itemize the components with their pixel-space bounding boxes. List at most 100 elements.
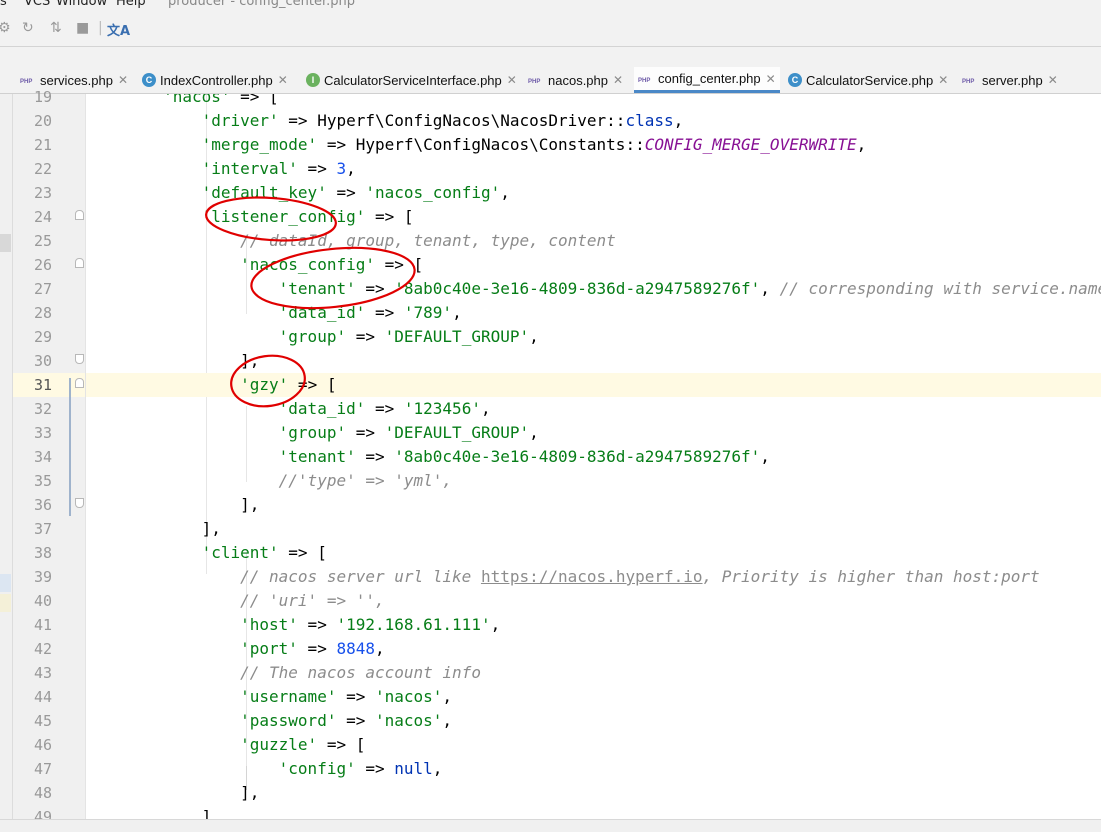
code-text: 'nacos' => [: [86, 94, 279, 109]
code-line[interactable]: ],: [86, 493, 1101, 517]
code-text: 'interval' => 3,: [86, 157, 356, 181]
code-line[interactable]: 'port' => 8848,: [86, 637, 1101, 661]
run-config-icon[interactable]: ↻: [22, 20, 34, 36]
tab-config-center-php[interactable]: config_center.php ✕: [634, 67, 780, 93]
code-token: ,: [529, 423, 539, 442]
code-line[interactable]: 'guzzle' => [: [86, 733, 1101, 757]
code-line[interactable]: 'group' => 'DEFAULT_GROUP',: [86, 421, 1101, 445]
code-line[interactable]: 'nacos_config' => [: [86, 253, 1101, 277]
gear-icon[interactable]: ⚙: [0, 20, 11, 36]
close-icon[interactable]: ✕: [613, 73, 623, 87]
code-text: 'port' => 8848,: [86, 637, 385, 661]
code-line[interactable]: 'default_key' => 'nacos_config',: [86, 181, 1101, 205]
class-file-icon: C: [142, 73, 156, 87]
tab-calculatorservice-php[interactable]: C CalculatorService.php ✕: [788, 67, 948, 93]
tab-indexcontroller-php[interactable]: C IndexController.php ✕: [142, 67, 288, 93]
close-icon[interactable]: ✕: [507, 73, 517, 87]
close-icon[interactable]: ✕: [766, 72, 776, 86]
code-token: =>: [346, 327, 385, 346]
code-line[interactable]: ],: [86, 349, 1101, 373]
code-line[interactable]: 'listener_config' => [: [86, 205, 1101, 229]
code-line[interactable]: 'client' => [: [86, 541, 1101, 565]
code-token: // dataId, group, tenant, type, content: [240, 231, 616, 250]
code-text: 'config' => null,: [86, 757, 443, 781]
code-token: =>: [336, 711, 375, 730]
tab-nacos-php[interactable]: nacos.php ✕: [528, 67, 623, 93]
code-token: 'client': [201, 543, 279, 562]
close-icon[interactable]: ✕: [118, 73, 128, 87]
code-line[interactable]: 'driver' => Hyperf\ConfigNacos\NacosDriv…: [86, 109, 1101, 133]
close-icon[interactable]: ✕: [1048, 73, 1058, 87]
code-token: 'username': [240, 687, 337, 706]
tab-label: server.php: [982, 72, 1043, 88]
code-line[interactable]: 'username' => 'nacos',: [86, 685, 1101, 709]
fold-marker[interactable]: [75, 258, 84, 268]
fold-marker[interactable]: [75, 378, 84, 388]
menu-item-vcs[interactable]: VCS: [24, 0, 50, 9]
change-marker: [69, 378, 71, 516]
fold-marker[interactable]: [75, 354, 84, 364]
window-title: producer - config_center.php: [168, 0, 355, 9]
code-line[interactable]: 'password' => 'nacos',: [86, 709, 1101, 733]
line-number: 22: [33, 160, 52, 178]
code-line[interactable]: 'tenant' => '8ab0c40e-3e16-4809-836d-a29…: [86, 277, 1101, 301]
code-editor[interactable]: 'nacos' => [ 'driver' => Hyperf\ConfigNa…: [86, 94, 1101, 819]
code-token: 'data_id': [278, 399, 366, 418]
close-icon[interactable]: ✕: [278, 73, 288, 87]
code-token: 'nacos': [163, 94, 231, 106]
code-text: //'type' => 'yml',: [86, 469, 452, 493]
code-text: // dataId, group, tenant, type, content: [86, 229, 616, 253]
menu-item-run[interactable]: s: [0, 0, 7, 9]
fold-marker[interactable]: [75, 498, 84, 508]
code-line[interactable]: // nacos server url like https://nacos.h…: [86, 565, 1101, 589]
code-token: 'tenant': [278, 279, 356, 298]
code-text: 'gzy' => [: [86, 373, 336, 397]
tab-calculatorserviceinterface-php[interactable]: I CalculatorServiceInterface.php ✕: [306, 67, 517, 93]
code-line[interactable]: 'data_id' => '123456',: [86, 397, 1101, 421]
code-line[interactable]: 'nacos' => [: [86, 94, 1101, 109]
code-line[interactable]: ],: [86, 517, 1101, 541]
code-line[interactable]: 'gzy' => [: [86, 373, 1101, 397]
code-token: class: [625, 111, 674, 130]
code-line[interactable]: 'tenant' => '8ab0c40e-3e16-4809-836d-a29…: [86, 445, 1101, 469]
line-number: 45: [33, 712, 52, 730]
translate-icon[interactable]: 文A: [107, 20, 130, 39]
menu-item-window[interactable]: Window: [56, 0, 107, 9]
code-line[interactable]: 'group' => 'DEFAULT_GROUP',: [86, 325, 1101, 349]
vcs-icon[interactable]: ⇅: [50, 20, 62, 36]
stop-icon[interactable]: ■: [76, 20, 89, 36]
close-icon[interactable]: ✕: [938, 73, 948, 87]
code-line[interactable]: // 'uri' => '',: [86, 589, 1101, 613]
code-line[interactable]: 'interval' => 3,: [86, 157, 1101, 181]
code-text: 'tenant' => '8ab0c40e-3e16-4809-836d-a29…: [86, 445, 770, 469]
line-number: 39: [33, 568, 52, 586]
code-line[interactable]: 'config' => null,: [86, 757, 1101, 781]
code-line[interactable]: 'host' => '192.168.61.111',: [86, 613, 1101, 637]
code-line[interactable]: 'merge_mode' => Hyperf\ConfigNacos\Const…: [86, 133, 1101, 157]
code-token: ,: [346, 159, 356, 178]
code-line[interactable]: ],: [86, 781, 1101, 805]
tab-server-php[interactable]: server.php ✕: [962, 67, 1058, 93]
line-number: 19: [33, 88, 52, 106]
code-line[interactable]: // The nacos account info: [86, 661, 1101, 685]
code-line[interactable]: ],: [86, 805, 1101, 819]
menu-item-help[interactable]: Help: [116, 0, 146, 9]
code-line[interactable]: //'type' => 'yml',: [86, 469, 1101, 493]
code-token: , Priority is higher than host:port: [702, 567, 1040, 586]
line-number: 23: [33, 184, 52, 202]
code-line[interactable]: // dataId, group, tenant, type, content: [86, 229, 1101, 253]
code-token: 'nacos': [374, 687, 443, 706]
fold-marker[interactable]: [75, 210, 84, 220]
code-text: 'username' => 'nacos',: [86, 685, 452, 709]
code-line[interactable]: 'data_id' => '789',: [86, 301, 1101, 325]
